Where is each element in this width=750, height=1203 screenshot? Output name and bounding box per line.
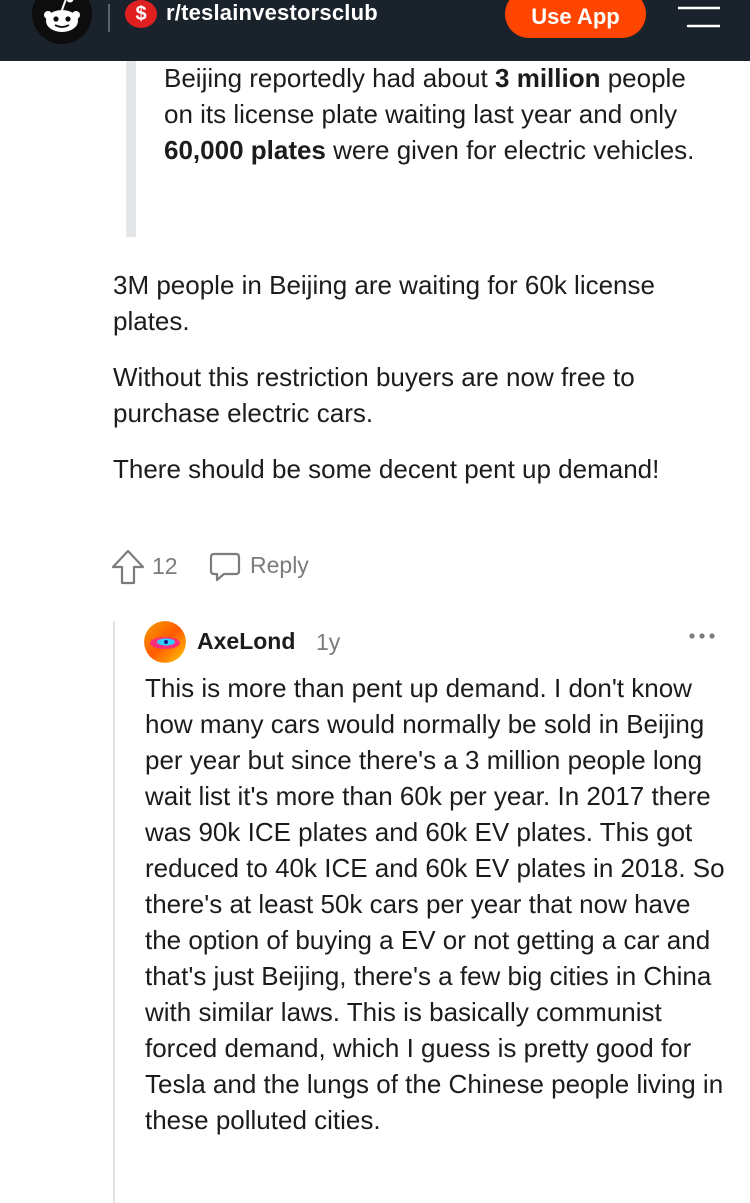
blockquote: Beijing reportedly had about 3 million p… [164, 63, 695, 165]
ellipsis-icon[interactable] [688, 630, 716, 642]
quote-bold-figure: 3 million [495, 63, 601, 93]
menu-icon[interactable] [678, 6, 720, 30]
comment-paragraph: 3M people in Beijing are waiting for 60k… [113, 270, 655, 336]
reply-icon[interactable] [208, 550, 242, 584]
quote-bold-figure: 60,000 plates [164, 135, 326, 165]
reddit-logo-icon[interactable] [32, 0, 92, 44]
vote-count: 12 [152, 553, 178, 579]
avatar[interactable] [144, 621, 186, 663]
upvote-icon[interactable] [110, 548, 146, 586]
comment-paragraph: Without this restriction buyers are now … [113, 362, 635, 428]
use-app-button[interactable]: Use App [505, 0, 646, 38]
username[interactable]: AxeLond [197, 628, 295, 655]
subreddit-icon[interactable]: $ [125, 0, 157, 28]
top-bar: $ r/teslainvestorsclub Use App [0, 0, 750, 61]
subreddit-name[interactable]: r/teslainvestorsclub [166, 0, 378, 26]
timestamp: 1y [316, 629, 341, 655]
header-divider [108, 4, 110, 32]
comment-paragraph: There should be some decent pent up dema… [113, 454, 660, 484]
thread-line[interactable] [113, 621, 115, 1203]
reply-button[interactable]: Reply [250, 552, 309, 579]
reply-body: This is more than pent up demand. I don'… [145, 673, 725, 1135]
quote-bar [126, 61, 136, 237]
